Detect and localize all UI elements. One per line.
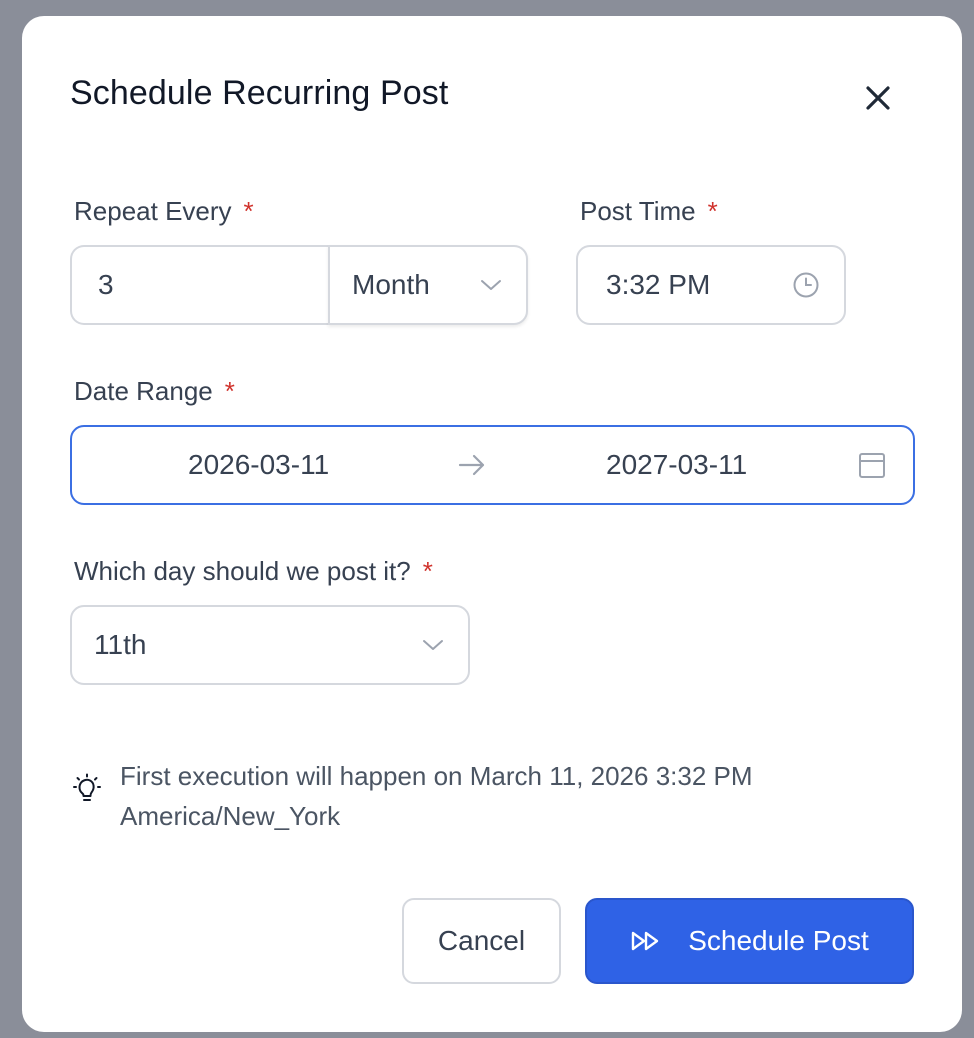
calendar-icon [858, 451, 886, 479]
chevron-down-icon [422, 638, 444, 652]
dialog-title: Schedule Recurring Post [70, 74, 449, 112]
schedule-recurring-post-dialog: Schedule Recurring Post Repeat Every * 3 … [22, 16, 962, 1032]
cancel-button[interactable]: Cancel [402, 898, 561, 984]
post-time-value: 3:32 PM [606, 269, 711, 300]
first-execution-info: First execution will happen on March 11,… [70, 756, 880, 836]
post-day-select[interactable]: 11th [70, 605, 470, 685]
post-time-label: Post Time * [580, 196, 718, 226]
close-icon [866, 86, 890, 110]
chevron-down-icon [480, 278, 502, 292]
required-mark: * [224, 376, 235, 406]
required-mark: * [422, 556, 433, 586]
lightbulb-icon [70, 772, 106, 808]
post-time-input[interactable]: 3:32 PM [576, 245, 846, 325]
post-day-value: 11th [94, 629, 147, 660]
date-range-picker[interactable]: 2026-03-11 2027-03-11 [70, 425, 915, 505]
schedule-post-button[interactable]: Schedule Post [585, 898, 914, 984]
post-day-label: Which day should we post it? * [74, 556, 433, 586]
required-mark: * [707, 196, 718, 226]
clock-icon [792, 271, 820, 299]
date-range-label: Date Range * [74, 376, 235, 406]
schedule-post-button-label: Schedule Post [688, 925, 869, 956]
cancel-button-label: Cancel [437, 925, 526, 956]
arrow-right-icon [458, 451, 486, 479]
date-range-end[interactable]: 2027-03-11 [606, 449, 747, 481]
repeat-unit-value: Month [352, 269, 430, 300]
required-mark: * [243, 196, 254, 226]
repeat-count-input[interactable]: 3 [70, 245, 330, 325]
close-button[interactable] [858, 78, 898, 118]
repeat-every-label: Repeat Every * [74, 196, 254, 226]
fast-forward-icon [630, 930, 662, 952]
date-range-start[interactable]: 2026-03-11 [188, 449, 329, 481]
first-execution-text: First execution will happen on March 11,… [120, 761, 753, 831]
repeat-unit-select[interactable]: Month [328, 245, 528, 325]
repeat-count-value: 3 [98, 269, 114, 300]
